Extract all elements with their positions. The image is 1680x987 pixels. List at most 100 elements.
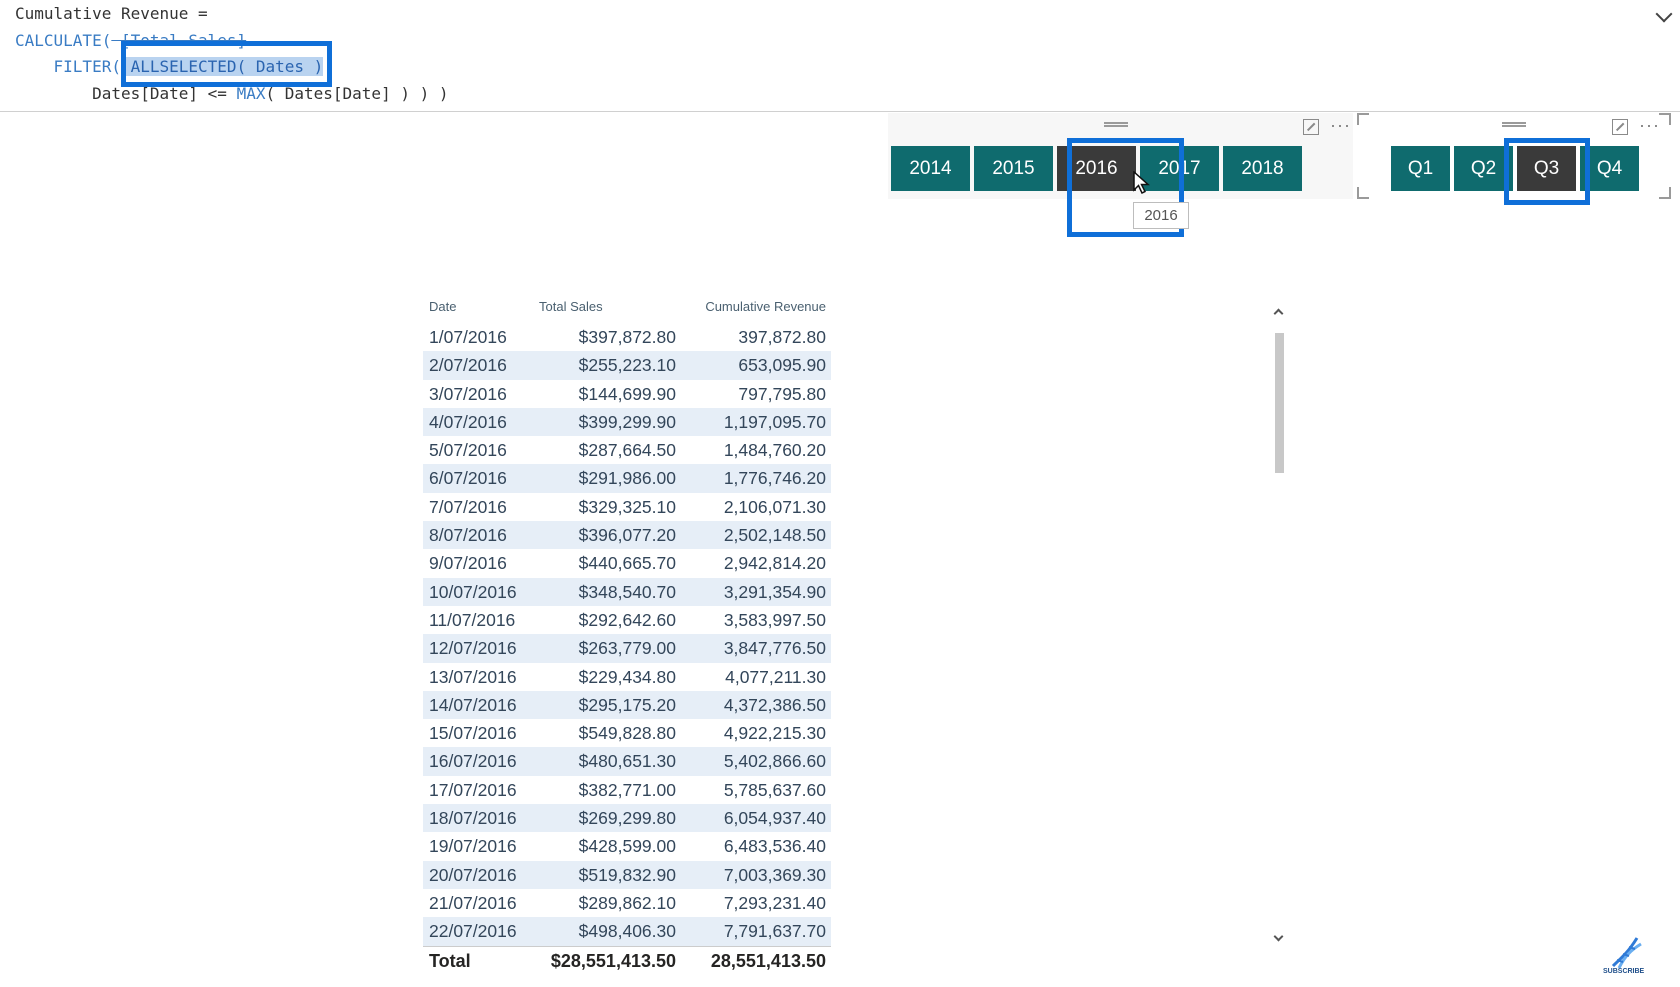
cumulative-revenue-cell: 653,095.90 bbox=[738, 355, 826, 376]
cumulative-revenue-cell: 4,077,211.30 bbox=[725, 666, 826, 687]
table-row[interactable]: 4/07/2016 $399,299.90 1,197,095.70 bbox=[423, 407, 831, 437]
cumulative-revenue-cell: 6,054,937.40 bbox=[723, 808, 826, 829]
total-sales-cell: $549,828.80 bbox=[578, 723, 676, 744]
cumulative-revenue-cell: 3,291,354.90 bbox=[723, 581, 826, 602]
total-sales-cell: $480,651.30 bbox=[578, 751, 676, 772]
formula-line-1[interactable]: Cumulative Revenue = bbox=[15, 4, 208, 24]
table-row[interactable]: 21/07/2016 $289,862.10 7,293,231.40 bbox=[423, 889, 831, 917]
date-cell: 15/07/2016 bbox=[429, 723, 517, 744]
cumulative-revenue-cell: 5,402,866.60 bbox=[723, 751, 826, 772]
table-row[interactable]: 15/07/2016 $549,828.80 4,922,215.30 bbox=[423, 719, 831, 747]
table-row[interactable]: 6/07/2016 $291,986.00 1,776,746.20 bbox=[423, 464, 831, 493]
more-options-icon[interactable]: ··· bbox=[1639, 115, 1660, 136]
date-cell: 4/07/2016 bbox=[429, 411, 507, 432]
cumulative-revenue-cell: 6,483,536.40 bbox=[723, 836, 826, 857]
q3-highlight-box bbox=[1504, 138, 1590, 205]
cumulative-revenue-cell: 7,791,637.70 bbox=[723, 921, 826, 942]
resize-handle-bl[interactable] bbox=[1357, 187, 1369, 199]
date-cell: 16/07/2016 bbox=[429, 751, 517, 772]
total-sales-cell: $263,779.00 bbox=[578, 638, 676, 659]
formula-line-4[interactable]: Dates[Date] <= MAX( Dates[Date] ) ) ) bbox=[15, 84, 448, 104]
table-row[interactable]: 7/07/2016 $329,325.10 2,106,071.30 bbox=[423, 493, 831, 521]
year-button-2014[interactable]: 2014 bbox=[891, 146, 970, 191]
table-row[interactable]: 17/07/2016 $382,771.00 5,785,637.60 bbox=[423, 776, 831, 804]
scroll-up-icon[interactable] bbox=[1273, 308, 1284, 319]
cumulative-revenue-cell: 1,197,095.70 bbox=[723, 411, 826, 432]
total-sales-cell: $269,299.80 bbox=[578, 808, 676, 829]
scroll-thumb[interactable] bbox=[1275, 333, 1284, 473]
total-sales-cell: $399,299.90 bbox=[578, 411, 676, 432]
date-cell: 3/07/2016 bbox=[429, 383, 507, 404]
date-cell: 1/07/2016 bbox=[429, 327, 507, 347]
date-cell: 7/07/2016 bbox=[429, 496, 507, 517]
date-cell: 20/07/2016 bbox=[429, 864, 517, 885]
table-row[interactable]: 11/07/2016 $292,642.60 3,583,997.50 bbox=[423, 606, 831, 634]
focus-mode-icon[interactable] bbox=[1303, 119, 1319, 135]
focus-mode-icon[interactable] bbox=[1612, 119, 1628, 135]
resize-handle-tl[interactable] bbox=[1357, 113, 1369, 125]
table-row[interactable]: 3/07/2016 $144,699.90 797,795.80 bbox=[423, 380, 831, 408]
total-sales-cell: $382,771.00 bbox=[578, 779, 676, 800]
date-cell: 22/07/2016 bbox=[429, 921, 517, 942]
drag-grip-icon[interactable] bbox=[1104, 122, 1128, 127]
filter-keyword: FILTER( bbox=[53, 57, 121, 76]
cumulative-revenue-cell: 1,776,746.20 bbox=[723, 468, 826, 489]
date-cell: 17/07/2016 bbox=[429, 779, 517, 800]
date-cell: 9/07/2016 bbox=[429, 553, 507, 574]
quarter-button-q1[interactable]: Q1 bbox=[1391, 146, 1450, 191]
table-row[interactable]: 9/07/2016 $440,665.70 2,942,814.20 bbox=[423, 549, 831, 577]
total-sales-value: $28,551,413.50 bbox=[550, 950, 676, 971]
table-scrollbar[interactable] bbox=[1272, 300, 1286, 948]
total-sales-cell: $289,862.10 bbox=[578, 892, 676, 913]
date-cell: 11/07/2016 bbox=[429, 609, 516, 630]
cumulative-revenue-cell: 2,502,148.50 bbox=[723, 525, 826, 546]
table-row[interactable]: 8/07/2016 $396,077.20 2,502,148.50 bbox=[423, 521, 831, 550]
table-total-row: Total $28,551,413.50 28,551,413.50 bbox=[423, 945, 831, 975]
cumulative-revenue-cell: 2,106,071.30 bbox=[723, 496, 826, 517]
date-cell: 21/07/2016 bbox=[429, 892, 517, 913]
total-sales-cell: $292,642.60 bbox=[578, 609, 676, 630]
year-tooltip: 2016 bbox=[1133, 202, 1189, 229]
header-date[interactable]: Date bbox=[429, 299, 456, 314]
table-row[interactable]: 10/07/2016 $348,540.70 3,291,354.90 bbox=[423, 577, 831, 606]
scroll-down-icon[interactable] bbox=[1273, 931, 1284, 942]
date-cell: 6/07/2016 bbox=[429, 468, 507, 489]
total-sales-cell: $229,434.80 bbox=[578, 666, 676, 687]
header-cumulative-revenue[interactable]: Cumulative Revenue bbox=[705, 299, 826, 314]
cumulative-revenue-cell: 2,942,814.20 bbox=[723, 553, 826, 574]
table-row[interactable]: 18/07/2016 $269,299.80 6,054,937.40 bbox=[423, 804, 831, 833]
table-header: Date Total Sales Cumulative Revenue bbox=[423, 295, 831, 323]
total-sales-cell: $440,665.70 bbox=[578, 553, 676, 574]
date-cell: 19/07/2016 bbox=[429, 836, 517, 857]
dna-logo-icon[interactable] bbox=[1605, 932, 1645, 972]
allselected-highlight-box bbox=[121, 41, 332, 87]
subscribe-label: SUBSCRIBE bbox=[1603, 968, 1645, 975]
table-row[interactable]: 22/07/2016 $498,406.30 7,791,637.70 bbox=[423, 917, 831, 946]
table-row[interactable]: 16/07/2016 $480,651.30 5,402,866.60 bbox=[423, 747, 831, 776]
table-row[interactable]: 13/07/2016 $229,434.80 4,077,211.30 bbox=[423, 663, 831, 691]
date-cell: 18/07/2016 bbox=[429, 808, 517, 829]
total-sales-cell: $519,832.90 bbox=[578, 864, 676, 885]
year-button-2015[interactable]: 2015 bbox=[974, 146, 1053, 191]
date-cell: 14/07/2016 bbox=[429, 694, 517, 715]
header-total-sales[interactable]: Total Sales bbox=[539, 299, 603, 314]
total-cumulative-value: 28,551,413.50 bbox=[710, 950, 826, 971]
resize-handle-br[interactable] bbox=[1659, 187, 1671, 199]
cumulative-revenue-cell: 397,872.80 bbox=[738, 327, 826, 347]
more-options-icon[interactable]: ··· bbox=[1330, 115, 1351, 136]
drag-grip-icon[interactable] bbox=[1502, 122, 1526, 127]
table-row[interactable]: 5/07/2016 $287,664.50 1,484,760.20 bbox=[423, 436, 831, 464]
chevron-down-icon[interactable] bbox=[1655, 5, 1673, 23]
cumulative-revenue-cell: 5,785,637.60 bbox=[723, 779, 826, 800]
cumulative-revenue-cell: 1,484,760.20 bbox=[723, 440, 826, 461]
year-button-2018[interactable]: 2018 bbox=[1223, 146, 1302, 191]
table-row[interactable]: 14/07/2016 $295,175.20 4,372,386.50 bbox=[423, 690, 831, 720]
table-row[interactable]: 2/07/2016 $255,223.10 653,095.90 bbox=[423, 351, 831, 380]
table-row[interactable]: 1/07/2016 $397,872.80 397,872.80 bbox=[423, 323, 831, 351]
cumulative-revenue-cell: 7,003,369.30 bbox=[723, 864, 826, 885]
resize-handle-tr[interactable] bbox=[1659, 113, 1671, 125]
date-cell: 5/07/2016 bbox=[429, 440, 507, 461]
table-row[interactable]: 19/07/2016 $428,599.00 6,483,536.40 bbox=[423, 832, 831, 860]
table-row[interactable]: 20/07/2016 $519,832.90 7,003,369.30 bbox=[423, 860, 831, 889]
table-row[interactable]: 12/07/2016 $263,779.00 3,847,776.50 bbox=[423, 634, 831, 663]
